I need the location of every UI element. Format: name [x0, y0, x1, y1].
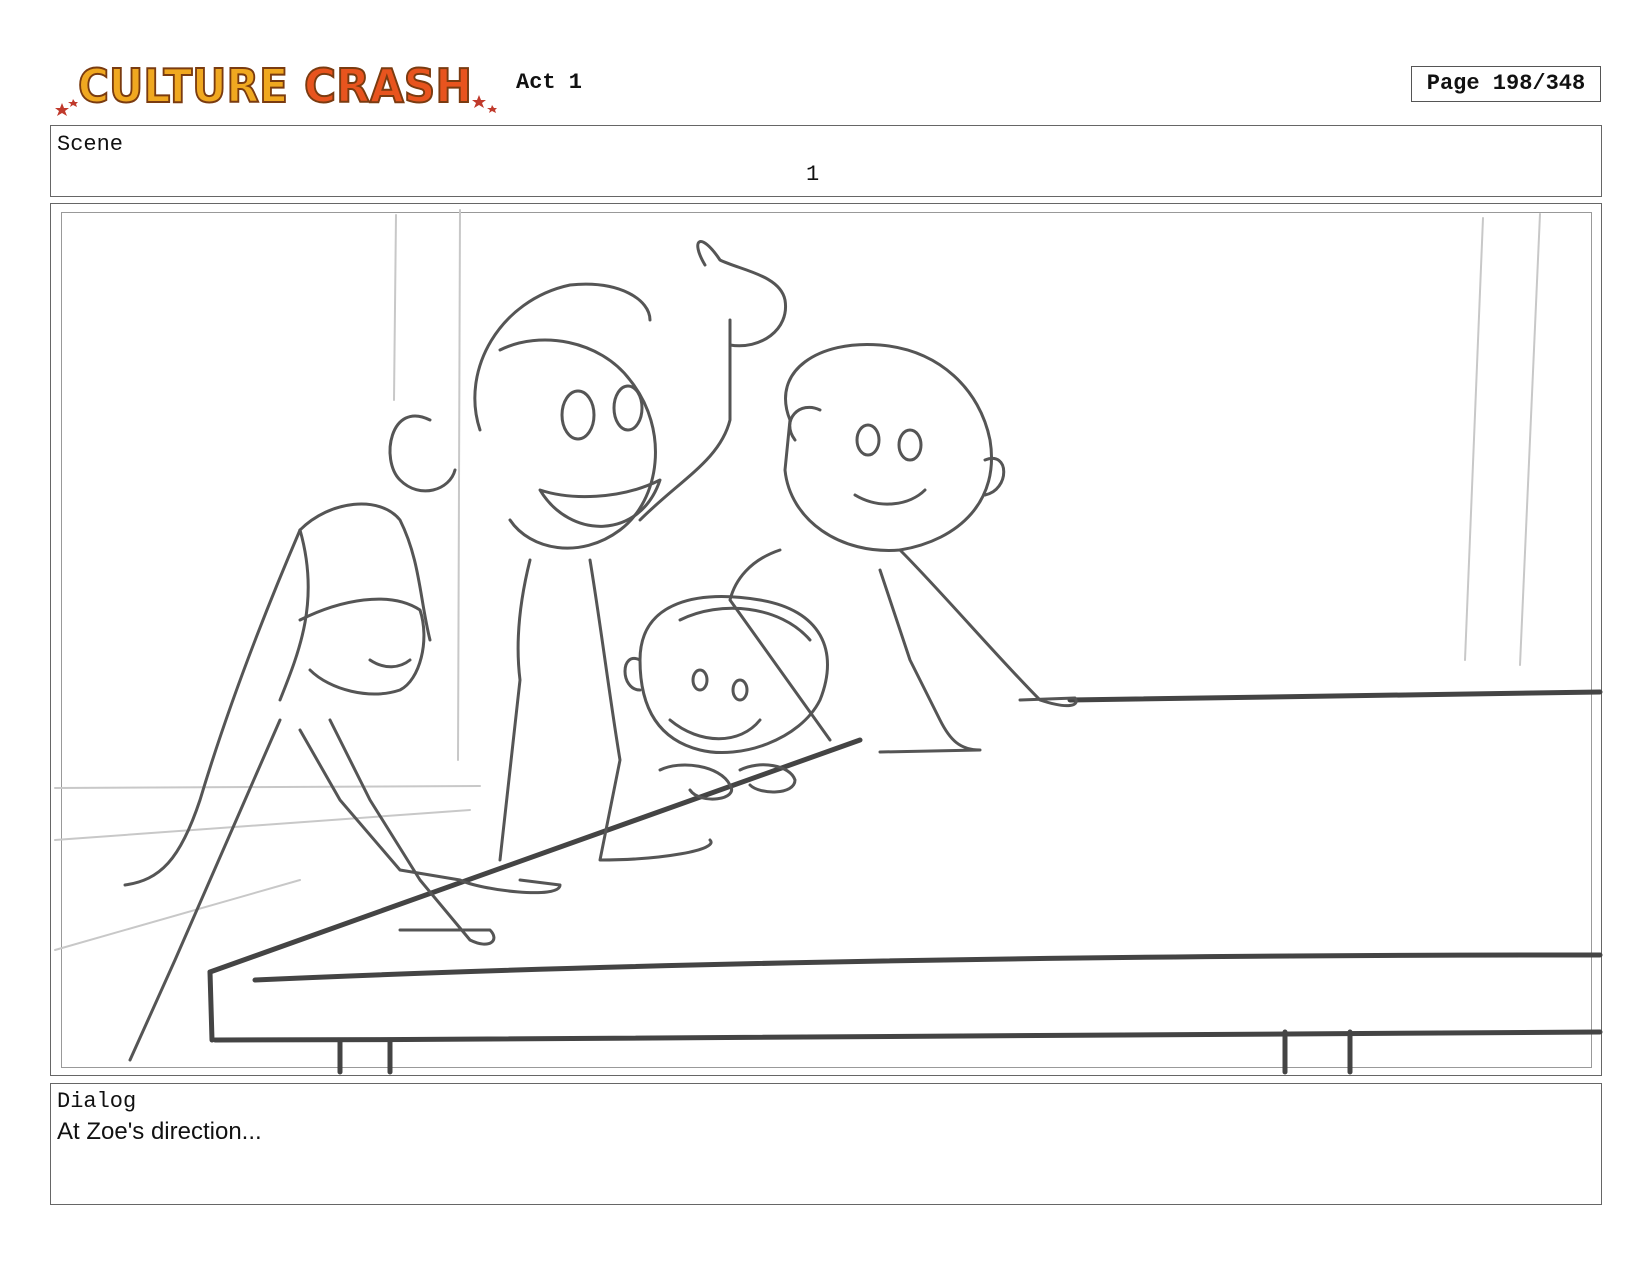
scene-label: Scene — [57, 132, 124, 157]
panel-safe-frame — [61, 212, 1592, 1068]
dialog-box: Dialog At Zoe's direction... — [50, 1083, 1602, 1205]
act-label: Act 1 — [516, 70, 583, 95]
svg-text:CRASH: CRASH — [304, 59, 472, 113]
scene-number: 1 — [806, 162, 820, 187]
scene-box: Scene 1 — [50, 125, 1602, 197]
culture-crash-logo: CULTURE CRASH — [55, 58, 497, 116]
svg-text:CULTURE: CULTURE — [78, 59, 288, 113]
dialog-text: At Zoe's direction... — [57, 1118, 262, 1145]
page-number: Page 198/348 — [1411, 66, 1601, 102]
dialog-label: Dialog — [57, 1089, 137, 1114]
